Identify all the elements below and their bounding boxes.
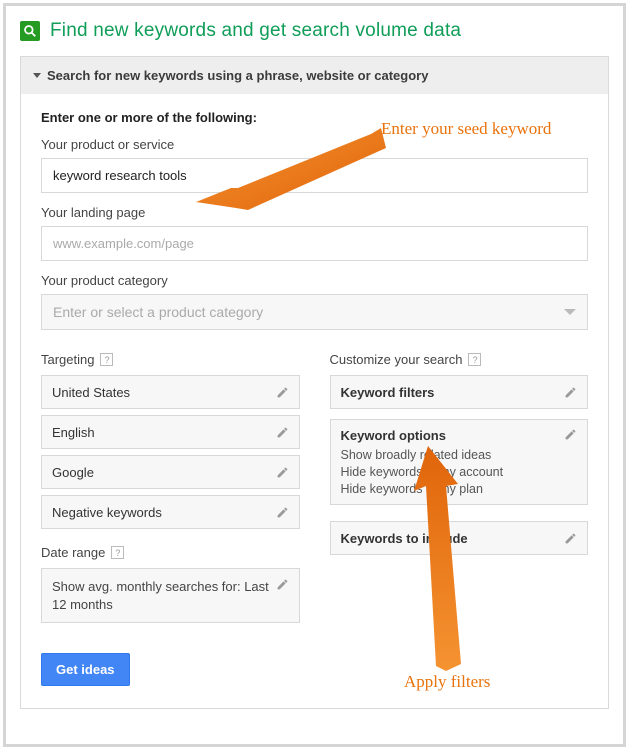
pencil-icon [564,428,577,441]
landing-input[interactable] [41,226,588,261]
chevron-down-icon [564,309,576,315]
daterange-box[interactable]: Show avg. monthly searches for: Last 12 … [41,568,300,623]
page-title: Find new keywords and get search volume … [50,20,461,42]
targeting-item-label: English [52,425,95,440]
intro-title: Enter one or more of the following: [41,110,588,125]
targeting-item-label: Google [52,465,94,480]
keyword-options[interactable]: Keyword options Show broadly related ide… [330,419,589,505]
page-header: Find new keywords and get search volume … [6,6,623,50]
landing-label: Your landing page [41,205,588,220]
pencil-icon [276,426,289,439]
pencil-icon [276,506,289,519]
keyword-options-line: Show broadly related ideas [341,448,504,462]
keyword-options-lines: Keyword options Show broadly related ide… [341,428,504,496]
right-col: Customize your search ? Keyword filters … [330,352,589,623]
targeting-item-label: United States [52,385,130,400]
keywords-include-title: Keywords to include [341,531,468,546]
options-two-col: Targeting ? United States English [41,352,588,623]
targeting-language[interactable]: English [41,415,300,449]
category-placeholder: Enter or select a product category [53,304,263,320]
pencil-icon [276,578,289,594]
targeting-item-label: Negative keywords [52,505,162,520]
product-input[interactable] [41,158,588,193]
accordion-title: Search for new keywords using a phrase, … [47,68,428,83]
keyword-options-line: Hide keywords in my plan [341,482,504,496]
left-col: Targeting ? United States English [41,352,300,623]
pencil-icon [276,466,289,479]
keyword-options-line: Hide keywords in my account [341,465,504,479]
customize-label: Customize your search ? [330,352,589,367]
pencil-icon [276,386,289,399]
keyword-filters[interactable]: Keyword filters [330,375,589,409]
targeting-network[interactable]: Google [41,455,300,489]
daterange-label: Date range ? [41,545,300,560]
keywords-include[interactable]: Keywords to include [330,521,589,555]
get-ideas-button[interactable]: Get ideas [41,653,130,686]
pencil-icon [564,386,577,399]
caret-down-icon [33,73,41,78]
category-label: Your product category [41,273,588,288]
accordion-header[interactable]: Search for new keywords using a phrase, … [21,57,608,94]
daterange-text: Show avg. monthly searches for: Last 12 … [52,578,276,613]
help-icon[interactable]: ? [100,353,113,366]
product-label: Your product or service [41,137,588,152]
targeting-negative[interactable]: Negative keywords [41,495,300,529]
accordion-body: Enter one or more of the following: Your… [21,94,608,708]
keyword-filters-title: Keyword filters [341,385,435,400]
planner-frame: Find new keywords and get search volume … [3,3,626,747]
search-icon [20,21,40,41]
help-icon[interactable]: ? [111,546,124,559]
help-icon[interactable]: ? [468,353,481,366]
search-accordion: Search for new keywords using a phrase, … [20,56,609,709]
targeting-location[interactable]: United States [41,375,300,409]
pencil-icon [564,532,577,545]
keyword-options-title: Keyword options [341,428,504,443]
category-select[interactable]: Enter or select a product category [41,294,588,330]
targeting-label: Targeting ? [41,352,300,367]
